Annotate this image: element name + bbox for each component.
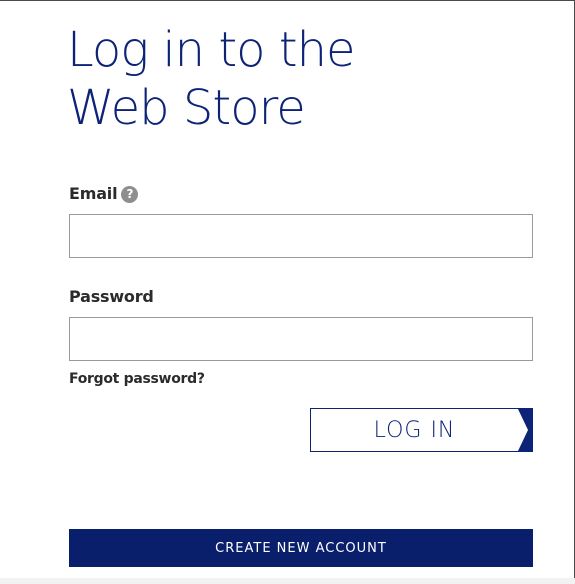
password-field[interactable] [69,317,533,361]
email-label: Email [69,184,118,203]
email-label-row: Email? [69,184,139,203]
page-title-line-2: Web Store [67,80,306,136]
page-title: Log in to the Web Store [67,21,527,137]
page-title-line-1: Log in to the [67,22,356,78]
chevron-right-icon [518,409,532,451]
forgot-password-link[interactable]: Forgot password? [69,371,205,387]
login-button[interactable]: LOG IN [310,408,533,452]
question-circle-icon[interactable]: ? [121,186,139,203]
login-card: Log in to the Web Store Email? Password … [0,0,575,578]
login-button-label: LOG IN [373,417,456,443]
email-field[interactable] [69,214,533,258]
password-label: Password [69,287,154,306]
create-account-button[interactable]: CREATE NEW ACCOUNT [69,529,533,567]
